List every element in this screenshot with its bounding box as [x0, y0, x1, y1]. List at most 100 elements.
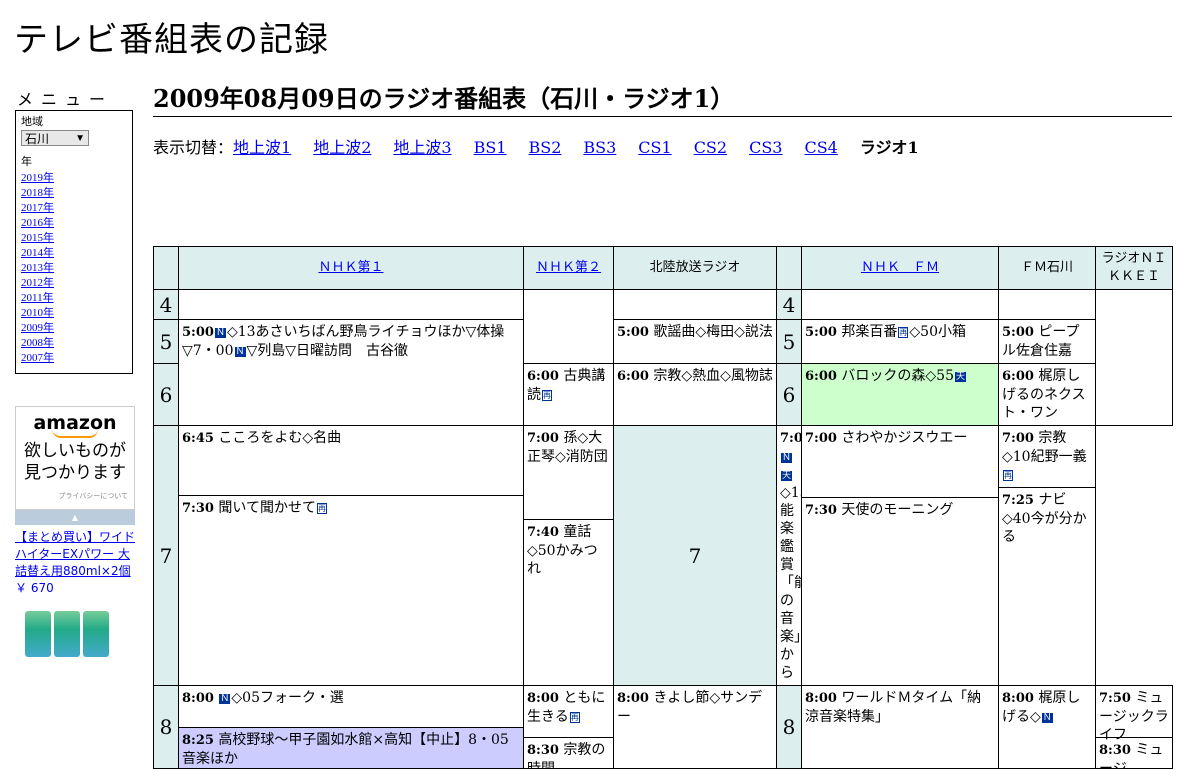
program-cell[interactable]: 7:00 孫◇大正琴◇消防団 [524, 427, 613, 520]
year-link[interactable]: 2007年 [21, 352, 54, 364]
ad-banner[interactable]: amazon 欲しいものが 見つかります プライバシーについて [15, 406, 135, 510]
switch-link-cs4[interactable]: CS4 [804, 138, 837, 157]
program-title: 邦楽百番 [841, 324, 898, 340]
program-column-stack: 7:00 さわやかジスウエー 7:30 天使のモーニング [801, 425, 999, 686]
switch-link-cs2[interactable]: CS2 [694, 138, 727, 157]
channel-header-fmishikawa: ＦＭ石川 [998, 246, 1096, 290]
ad-privacy-link[interactable]: プライバシーについて [58, 491, 128, 501]
program-column-stack: 7:50 ミュージックライフ 8:30 ミュージ [1095, 685, 1173, 769]
program-cell[interactable]: 8:00 Ｎ ◇05フォーク・選 [179, 687, 523, 728]
program-time: 7:40 [527, 525, 559, 540]
year-link[interactable]: 2019年 [21, 172, 54, 184]
program-cell[interactable]: 8:00 ワールドＭタイム「納涼音楽特集」 [801, 685, 999, 769]
switch-link-bs1[interactable]: BS1 [474, 138, 507, 157]
program-title: さわやかジスウエー [841, 430, 968, 446]
program-cell[interactable]: 6:00 バロックの森◇55 天 [801, 363, 999, 426]
amazon-logo: amazon [33, 412, 117, 434]
switch-link-bs3[interactable]: BS3 [583, 138, 616, 157]
ad-product-link[interactable]: 【まとめ買い】ワイドハイターEXパワー 大詰替え用880ml×2個 [15, 529, 135, 580]
program-cell[interactable]: 8:00 ともに生きる再 [524, 687, 613, 738]
ad-collapse-bar[interactable]: ▲ [15, 510, 135, 525]
year-list: 2019年 2018年 2017年 2016年 2015年 2014年 2013… [21, 171, 127, 366]
region-select[interactable]: 石川 ▼ [21, 130, 89, 146]
program-empty [178, 289, 524, 320]
program-cell[interactable]: 7:25 ナビ◇40今が分かる [1000, 488, 1095, 558]
menu-label: メニュー [17, 90, 114, 109]
switch-link-terrestrial3[interactable]: 地上波3 [393, 138, 451, 157]
program-time: 7:00 [780, 431, 801, 446]
program-cell[interactable]: 6:00 古典講読再 [523, 363, 614, 426]
program-cell[interactable]: 8:00 梶原しげる◇ Ｎ [998, 685, 1096, 769]
weather-badge-icon: 天 [781, 471, 793, 481]
year-link[interactable]: 2009年 [21, 322, 54, 334]
year-link[interactable]: 2016年 [21, 217, 54, 229]
channel-link-nhk2[interactable]: ＮＨＫ第２ [536, 260, 601, 275]
rebroadcast-badge-icon: 再 [569, 712, 580, 723]
year-link[interactable]: 2017年 [21, 202, 54, 214]
year-link[interactable]: 2011年 [21, 292, 54, 304]
channel-link-nhk1[interactable]: ＮＨＫ第１ [318, 260, 383, 275]
rebroadcast-badge-icon: 再 [898, 327, 909, 338]
program-cell[interactable]: 5:00 ピープル佐倉住嘉 [998, 319, 1096, 364]
program-cell[interactable]: 8:25 高校野球～甲子園如水館×高知【中止】8・05音楽ほか [179, 728, 523, 768]
program-column-stack: 6:45 こころをよむ◇名曲 7:30 聞いて聞かせて再 [178, 425, 524, 686]
year-link[interactable]: 2008年 [21, 337, 54, 349]
ad-widget[interactable]: amazon 欲しいものが 見つかります プライバシーについて ▲ 【まとめ買い… [15, 406, 135, 657]
switch-link-cs3[interactable]: CS3 [749, 138, 782, 157]
hour-cell: 4 [776, 289, 802, 320]
program-cell[interactable]: 8:30 ミュージ [1097, 738, 1172, 768]
switch-link-terrestrial2[interactable]: 地上波2 [313, 138, 371, 157]
ad-tagline-2: 見つかります [24, 463, 126, 483]
program-time: 7:00 [805, 431, 837, 446]
program-title: ◇05フォーク・選 [231, 690, 344, 706]
ad-tagline-1: 欲しいものが [24, 441, 126, 461]
program-title: ◇15能楽鑑賞「能の音楽」から [780, 485, 801, 681]
program-time: 7:00 [1002, 431, 1034, 446]
year-link[interactable]: 2010年 [21, 307, 54, 319]
page-heading: 2009年08月09日のラジオ番組表（石川・ラジオ1） [153, 80, 1172, 117]
year-link[interactable]: 2014年 [21, 247, 54, 259]
switch-link-bs2[interactable]: BS2 [528, 138, 561, 157]
program-cell[interactable]: 7:40 童話◇50かみつれ [525, 520, 613, 577]
program-cell[interactable]: 7:00 宗教◇10紀野一義再 [999, 427, 1095, 488]
switch-current-radio1: ラジオ1 [859, 138, 919, 157]
program-cell[interactable]: 7:30 聞いて聞かせて再 [180, 496, 523, 558]
program-cell[interactable]: 5:00 邦楽百番再 ◇50小箱 [801, 319, 999, 364]
program-cell[interactable]: 5:00 歌謡曲◇梅田◇説法 [613, 319, 777, 364]
program-cell[interactable]: 8:30 宗教の時間 [525, 738, 613, 768]
program-time: 6:45 [182, 431, 214, 446]
switcher-prefix: 表示切替： [153, 138, 234, 157]
program-time: 6:00 [617, 369, 649, 384]
hour-cell: 7 [613, 425, 777, 686]
hour-cell: 6 [153, 363, 179, 426]
program-column-stack: 7:00 孫◇大正琴◇消防団 7:40 童話◇50かみつれ [523, 425, 614, 686]
program-cell[interactable]: 5:00 Ｎ ◇13あさいちばん野鳥ライチョウほか▽体操▽7・00 Ｎ ▽列島▽日曜訪問… [178, 319, 524, 426]
program-cell[interactable]: 7:50 ミュージックライフ [1096, 687, 1172, 743]
hour-row-7: 7 6:45 こころをよむ◇名曲 7:30 聞いて聞かせて再 7:00 孫◇大正… [153, 425, 1173, 686]
rebroadcast-badge-icon: 再 [1003, 470, 1013, 481]
program-time: 7:30 [805, 503, 837, 518]
year-link[interactable]: 2018年 [21, 187, 54, 199]
program-cell[interactable]: 7:30 天使のモーニング [803, 498, 998, 558]
switch-link-cs1[interactable]: CS1 [638, 138, 671, 157]
channel-link-nhkfm[interactable]: ＮＨＫ ＦＭ [861, 260, 939, 275]
program-time: 5:00 [182, 325, 214, 340]
program-cell[interactable]: 8:00 きよし節◇サンデー [613, 685, 777, 769]
year-link[interactable]: 2013年 [21, 262, 54, 274]
ad-product-image[interactable] [25, 611, 135, 657]
switch-link-terrestrial1[interactable]: 地上波1 [233, 138, 291, 157]
program-cell[interactable]: 7:00 さわやかジスウエー [802, 427, 998, 498]
program-time: 6:00 [1002, 369, 1034, 384]
hour-row-8: 8 8:00 Ｎ ◇05フォーク・選 8:25 高校野球～甲子園如水館×高知【中止… [153, 685, 1173, 769]
program-time: 8:00 [1002, 691, 1034, 706]
program-cell[interactable]: 6:00 梶原しげるのネクスト・ワン [998, 363, 1096, 426]
year-link[interactable]: 2012年 [21, 277, 54, 289]
program-cell[interactable]: 7:00 Ｎ天 ◇15能楽鑑賞「能の音楽」から [776, 425, 802, 686]
program-column-stack: 8:00 Ｎ ◇05フォーク・選 8:25 高校野球～甲子園如水館×高知【中止】8… [178, 685, 524, 769]
news-badge-icon: Ｎ [214, 328, 226, 338]
program-empty [613, 289, 777, 320]
program-cell[interactable]: 6:00 宗教◇熱血◇風物誌 [613, 363, 777, 426]
program-cell[interactable]: 6:45 こころをよむ◇名曲 [179, 427, 523, 496]
program-title: ◇50小箱 [909, 324, 966, 340]
year-link[interactable]: 2015年 [21, 232, 54, 244]
